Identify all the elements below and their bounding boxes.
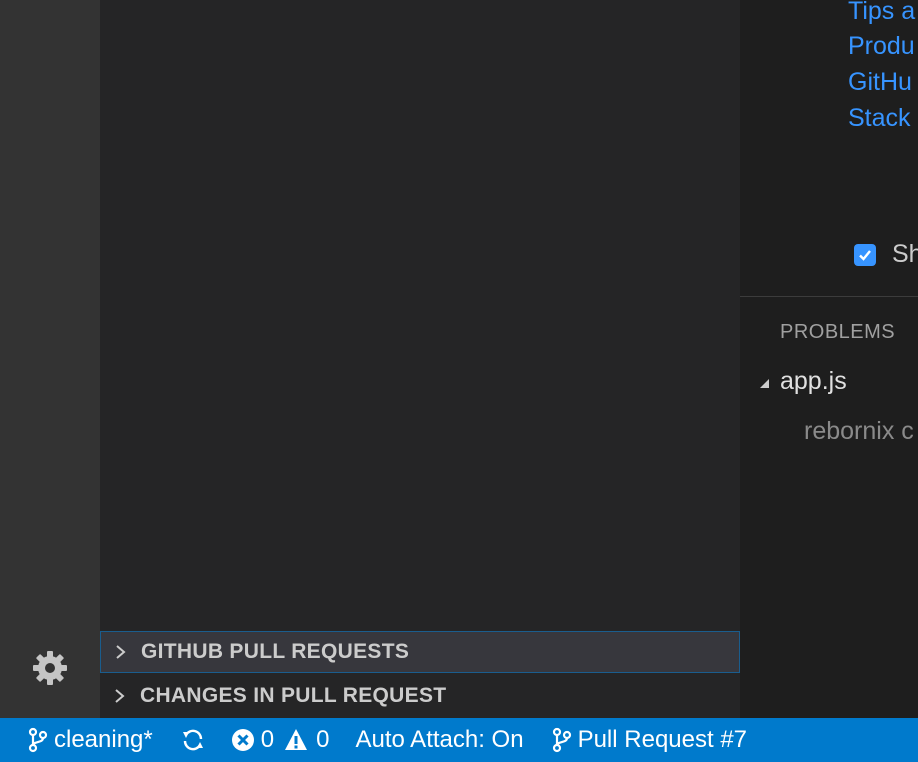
- branch-name: cleaning*: [54, 726, 153, 753]
- tab-problems[interactable]: PROBLEMS: [780, 321, 895, 344]
- section-label: CHANGES IN PULL REQUEST: [140, 684, 447, 707]
- gear-icon[interactable]: [28, 646, 72, 690]
- pull-request-label: Pull Request #7: [577, 726, 748, 753]
- editor-area: Tips a Produ GitHu Stack Sh: [740, 0, 918, 296]
- chevron-right-icon: [100, 689, 140, 703]
- problems-status[interactable]: 0 0: [231, 726, 330, 754]
- sync-icon: [181, 728, 205, 752]
- triangle-down-icon: [758, 367, 770, 396]
- pull-request-status[interactable]: Pull Request #7: [552, 726, 747, 754]
- problem-file-row[interactable]: app.js: [758, 367, 847, 396]
- auto-attach-status[interactable]: Auto Attach: On: [355, 726, 523, 754]
- section-github-pull-requests[interactable]: GITHUB PULL REQUESTS: [100, 631, 740, 673]
- show-welcome-label: Sh: [892, 240, 918, 268]
- checkbox-check-icon: [859, 249, 871, 261]
- sync-button[interactable]: [181, 728, 205, 752]
- problem-item[interactable]: rebornix c: [804, 417, 914, 446]
- error-count: 0: [260, 726, 275, 753]
- branch-status[interactable]: cleaning*: [28, 726, 153, 754]
- chevron-right-icon: [101, 645, 141, 659]
- problem-file-name: app.js: [780, 367, 847, 395]
- sidebar: GITHUB PULL REQUESTS CHANGES IN PULL REQ…: [100, 0, 740, 718]
- show-welcome-checkbox[interactable]: [854, 243, 876, 266]
- git-branch-icon: [28, 727, 48, 753]
- link-product[interactable]: Produ: [848, 32, 915, 61]
- show-welcome-row: Sh: [854, 240, 918, 269]
- link-tips[interactable]: Tips a: [848, 0, 915, 26]
- section-label: GITHUB PULL REQUESTS: [141, 640, 410, 663]
- warning-icon: [284, 728, 308, 752]
- warning-count: 0: [316, 726, 330, 753]
- link-stack[interactable]: Stack: [848, 104, 911, 133]
- status-bar: cleaning* 0 0 Auto Attach: On Pull Reque…: [0, 718, 918, 762]
- link-github[interactable]: GitHu: [848, 68, 912, 97]
- error-icon: [231, 728, 255, 752]
- panel: PROBLEMS app.js rebornix c: [740, 296, 918, 718]
- activity-bar: [0, 0, 100, 718]
- auto-attach-label: Auto Attach: On: [355, 726, 524, 753]
- git-pull-request-icon: [552, 727, 572, 753]
- section-changes-in-pull-request[interactable]: CHANGES IN PULL REQUEST: [100, 675, 740, 717]
